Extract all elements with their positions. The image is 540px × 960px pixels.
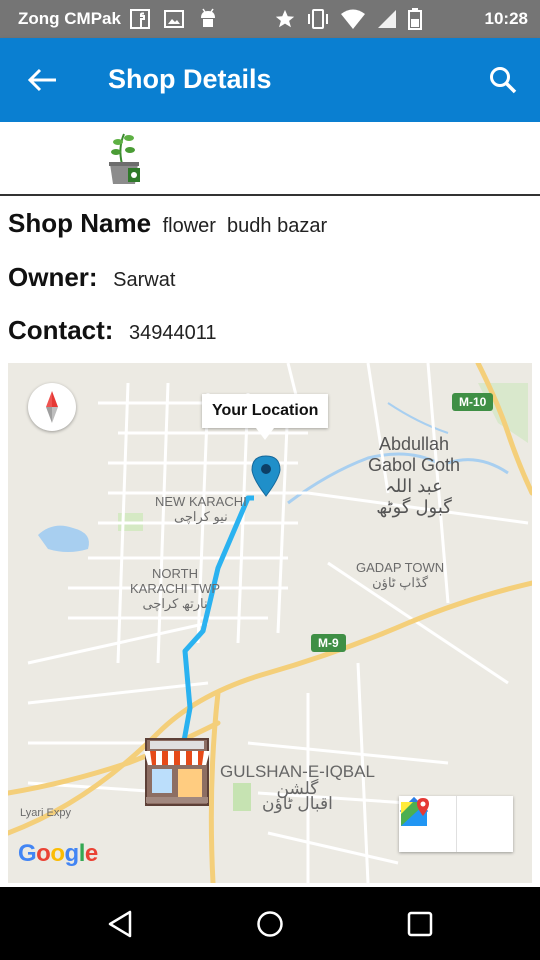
new-karachi-urdu: نیو کراچی: [174, 509, 228, 524]
contact-label: Contact:: [8, 315, 114, 345]
plant-pot-logo-icon: [109, 133, 140, 184]
north-karachi-line2: KARACHI TWP: [130, 581, 221, 596]
owner-row: Owner: Sarwat: [8, 262, 175, 293]
m10-highway-label: M-10: [452, 393, 494, 411]
shop-name-value: flower budh bazar: [162, 215, 328, 237]
clock: 10:28: [484, 9, 528, 28]
map-label-new-karachi: NEW KARACHI نیو کراچی: [155, 494, 247, 524]
signal-icon: [378, 10, 396, 28]
gadap-urdu: گڈاپ ٹاؤن: [372, 575, 429, 590]
status-bar: Zong CMPak 10:28: [0, 0, 540, 38]
open-in-maps-button[interactable]: [401, 796, 514, 852]
contact-row: Contact: 34944011: [8, 315, 217, 346]
location-marker-icon[interactable]: [249, 453, 283, 497]
map-label-gulshan: GULSHAN-E-IQBAL گلشن اقبال ٹاؤن: [220, 762, 375, 813]
your-location-callout[interactable]: Your Location: [202, 394, 329, 440]
system-nav-bar: [0, 887, 540, 960]
abdullah-line1: Abdullah: [379, 434, 450, 454]
image-icon: [164, 10, 184, 28]
vibrate-icon: [308, 9, 328, 29]
owner-value: Sarwat: [113, 269, 176, 291]
compass-button[interactable]: [28, 383, 76, 431]
compass-icon: [46, 391, 58, 423]
gulshan-urdu2: اقبال ٹاؤن: [262, 794, 333, 813]
app-bar: Shop Details: [0, 38, 540, 122]
shop-logo-row: [0, 122, 540, 196]
map-label-gadap: GADAP TOWN گڈاپ ٹاؤن: [356, 560, 444, 590]
abdullah-urdu2: گبول گوٹھ: [376, 497, 452, 517]
map-label-north-karachi: NORTH KARACHI TWP نارتھ کراچی: [130, 566, 220, 611]
abdullah-line2: Gabol Goth: [368, 455, 461, 475]
map-view[interactable]: Your Location M-10 M-9 Abdullah Gabol Go…: [8, 363, 532, 883]
carrier-name: Zong CMPak: [18, 9, 121, 28]
gadap-en: GADAP TOWN: [356, 560, 445, 575]
gulshan-en: GULSHAN-E-IQBAL: [220, 762, 375, 781]
google-maps-icon: [401, 798, 429, 826]
google-logo: Google: [18, 840, 98, 867]
wifi-icon: [341, 9, 365, 29]
nav-recents-icon[interactable]: [405, 909, 435, 939]
shop-marker-icon[interactable]: [140, 735, 214, 807]
owner-label: Owner:: [8, 262, 98, 292]
abdullah-urdu1: عبد اللہ: [385, 476, 443, 496]
north-karachi-urdu: نارتھ کراچی: [142, 596, 208, 611]
nav-home-icon[interactable]: [255, 909, 285, 939]
page-title: Shop Details: [108, 64, 272, 94]
m9-highway-label: M-9: [311, 634, 346, 652]
search-icon[interactable]: [488, 65, 518, 95]
facebook-icon: [130, 9, 150, 29]
map-label-abdullah: Abdullah Gabol Goth عبد اللہ گبول گوٹھ: [368, 434, 460, 518]
android-icon: [201, 8, 215, 27]
map-action-buttons: [399, 796, 513, 852]
shop-name-label: Shop Name: [8, 208, 152, 238]
new-karachi-en: NEW KARACHI: [155, 494, 247, 509]
star-icon: [275, 9, 295, 28]
back-arrow-icon[interactable]: [26, 66, 58, 94]
map-label-lyari: Lyari Expy: [20, 807, 71, 819]
contact-value: 34944011: [129, 322, 217, 344]
nav-back-icon[interactable]: [105, 909, 135, 939]
shop-name-row: Shop Name flower budh bazar: [8, 208, 327, 239]
north-karachi-line1: NORTH: [152, 566, 199, 581]
battery-icon: [408, 8, 422, 30]
